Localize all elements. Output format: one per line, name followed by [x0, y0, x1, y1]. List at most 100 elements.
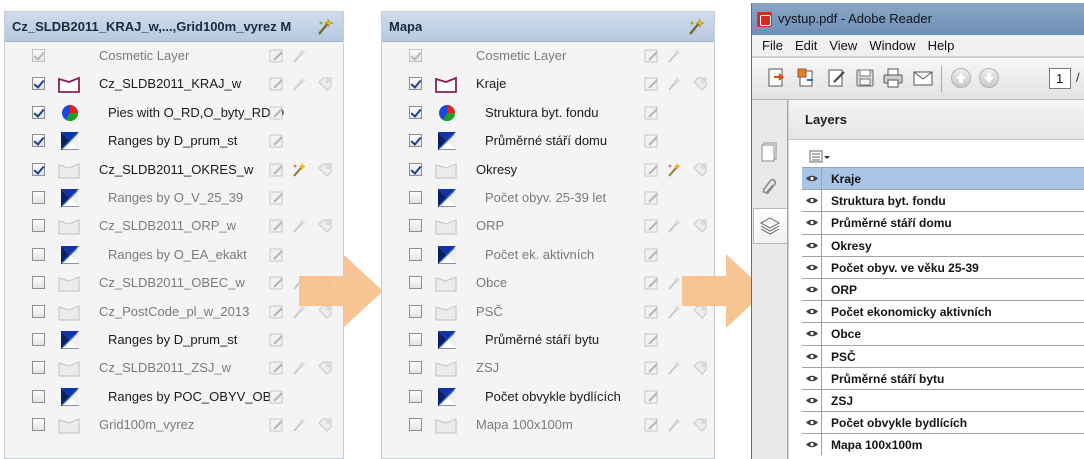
pdf-layer-row[interactable]: PSČ: [802, 344, 1084, 367]
edit-layer-icon[interactable]: [644, 162, 660, 178]
layer-visibility-checkbox[interactable]: [32, 361, 45, 375]
layer-label-icon[interactable]: [692, 76, 708, 92]
menu-file[interactable]: File: [762, 38, 783, 53]
layer-wizard-icon[interactable]: [686, 17, 706, 37]
layer-visibility-toggle[interactable]: [802, 212, 822, 234]
layer-visibility-toggle[interactable]: [802, 256, 822, 278]
layer-label-icon[interactable]: [317, 76, 333, 92]
layer-visibility-checkbox[interactable]: [32, 191, 45, 204]
layer-style-wand-icon[interactable]: [666, 275, 682, 291]
pdf-layer-row[interactable]: Průměrné stáří bytu: [802, 366, 1084, 389]
layer-row[interactable]: PSČ: [382, 299, 714, 325]
layer-visibility-checkbox[interactable]: [409, 276, 422, 290]
layer-visibility-checkbox[interactable]: [32, 77, 45, 91]
layer-visibility-checkbox[interactable]: [32, 418, 45, 432]
layer-row[interactable]: Cz_SLDB2011_KRAJ_w: [5, 71, 343, 97]
pdf-layer-row[interactable]: Počet obvykle bydlících: [802, 411, 1084, 434]
page-number-input[interactable]: 1: [1049, 68, 1071, 89]
layer-visibility-checkbox[interactable]: [409, 389, 422, 403]
menu-edit[interactable]: Edit: [795, 38, 817, 53]
edit-layer-icon[interactable]: [644, 389, 660, 405]
create-pdf-icon[interactable]: [766, 67, 788, 89]
layer-visibility-checkbox[interactable]: [409, 134, 422, 148]
layer-row[interactable]: Ranges by D_prum_st: [5, 327, 343, 353]
layer-visibility-toggle[interactable]: [802, 389, 822, 412]
layer-label-icon[interactable]: [317, 218, 333, 234]
layer-label-icon[interactable]: [692, 360, 708, 376]
edit-layer-icon[interactable]: [644, 360, 660, 376]
combine-files-icon[interactable]: [796, 67, 818, 89]
pdf-layer-row[interactable]: Kraje: [802, 167, 1084, 190]
pdf-layer-row[interactable]: Průměrné stáří domu: [802, 211, 1084, 234]
layers-icon[interactable]: [759, 215, 781, 237]
layer-visibility-toggle[interactable]: [802, 434, 822, 456]
edit-layer-icon[interactable]: [269, 48, 285, 64]
layer-visibility-toggle[interactable]: [802, 323, 822, 345]
layer-visibility-checkbox[interactable]: [409, 49, 422, 62]
layer-row[interactable]: Obce: [382, 270, 714, 296]
layer-row[interactable]: Cz_SLDB2011_ZSJ_w: [5, 355, 343, 381]
pdf-layer-row[interactable]: ZSJ: [802, 388, 1084, 412]
layer-style-wand-icon[interactable]: [666, 76, 682, 92]
layer-label-icon[interactable]: [317, 360, 333, 376]
layer-row[interactable]: Ranges by POC_OBYV_OBV: [5, 384, 343, 410]
layer-label-icon[interactable]: [317, 417, 333, 433]
layer-visibility-checkbox[interactable]: [32, 389, 45, 403]
edit-layer-icon[interactable]: [269, 417, 285, 433]
layer-visibility-checkbox[interactable]: [409, 219, 422, 233]
layer-row[interactable]: Cz_PostCode_pl_w_2013: [5, 299, 343, 325]
page-thumbnails-icon[interactable]: [759, 140, 781, 162]
pdf-layer-row[interactable]: Obce: [802, 322, 1084, 345]
pdf-layer-row[interactable]: Mapa 100x100m: [802, 433, 1084, 456]
layer-row[interactable]: Počet ek. aktivních: [382, 242, 714, 268]
layer-visibility-checkbox[interactable]: [32, 134, 45, 148]
layer-style-wand-icon[interactable]: [291, 218, 307, 234]
layer-visibility-checkbox[interactable]: [409, 77, 422, 91]
layer-row[interactable]: Ranges by O_V_25_39: [5, 185, 343, 211]
layer-options-menu-icon[interactable]: [809, 149, 831, 165]
layer-row[interactable]: Cosmetic Layer: [382, 43, 714, 69]
menu-view[interactable]: View: [829, 38, 857, 53]
edit-layer-icon[interactable]: [269, 218, 285, 234]
layer-visibility-toggle[interactable]: [802, 412, 822, 434]
edit-layer-icon[interactable]: [269, 332, 285, 348]
layer-row[interactable]: Cz_SLDB2011_OKRES_w: [5, 157, 343, 183]
layer-row[interactable]: Grid100m_vyrez: [5, 412, 343, 438]
pdf-layer-row[interactable]: Struktura byt. fondu: [802, 189, 1084, 212]
layer-row[interactable]: Cosmetic Layer: [5, 43, 343, 69]
edit-document-icon[interactable]: [826, 67, 848, 89]
window-titlebar[interactable]: vystup.pdf - Adobe Reader: [752, 3, 1084, 35]
edit-layer-icon[interactable]: [269, 76, 285, 92]
layer-row[interactable]: Ranges by D_prum_st: [5, 128, 343, 154]
layer-row[interactable]: Počet obyv. 25-39 let: [382, 185, 714, 211]
layer-label-icon[interactable]: [317, 162, 333, 178]
edit-layer-icon[interactable]: [269, 389, 285, 405]
layer-row[interactable]: Struktura byt. fondu: [382, 100, 714, 126]
menu-help[interactable]: Help: [928, 38, 955, 53]
pdf-layer-row[interactable]: Počet obyv. ve věku 25-39: [802, 255, 1084, 278]
layer-visibility-toggle[interactable]: [802, 367, 822, 389]
layer-style-wand-icon[interactable]: [666, 417, 682, 433]
edit-layer-icon[interactable]: [269, 275, 285, 291]
layer-visibility-checkbox[interactable]: [32, 276, 45, 290]
layer-style-wand-icon[interactable]: [291, 360, 307, 376]
layer-visibility-checkbox[interactable]: [32, 247, 45, 261]
layer-row[interactable]: Kraje: [382, 71, 714, 97]
layer-row[interactable]: Průměrné stáří domu: [382, 128, 714, 154]
layer-visibility-checkbox[interactable]: [32, 304, 45, 318]
layer-visibility-checkbox[interactable]: [409, 191, 422, 204]
edit-layer-icon[interactable]: [644, 190, 660, 206]
edit-layer-icon[interactable]: [269, 360, 285, 376]
layer-visibility-checkbox[interactable]: [409, 162, 422, 176]
layer-label-icon[interactable]: [692, 162, 708, 178]
print-icon[interactable]: [882, 67, 904, 89]
edit-layer-icon[interactable]: [644, 105, 660, 121]
layer-row[interactable]: Počet obvykle bydlících: [382, 384, 714, 410]
layer-visibility-toggle[interactable]: [802, 345, 822, 367]
layer-visibility-toggle[interactable]: [802, 168, 822, 190]
layer-style-wand-icon[interactable]: [666, 162, 682, 178]
layer-label-icon[interactable]: [692, 417, 708, 433]
layer-style-wand-icon[interactable]: [291, 76, 307, 92]
edit-layer-icon[interactable]: [644, 133, 660, 149]
edit-layer-icon[interactable]: [644, 48, 660, 64]
